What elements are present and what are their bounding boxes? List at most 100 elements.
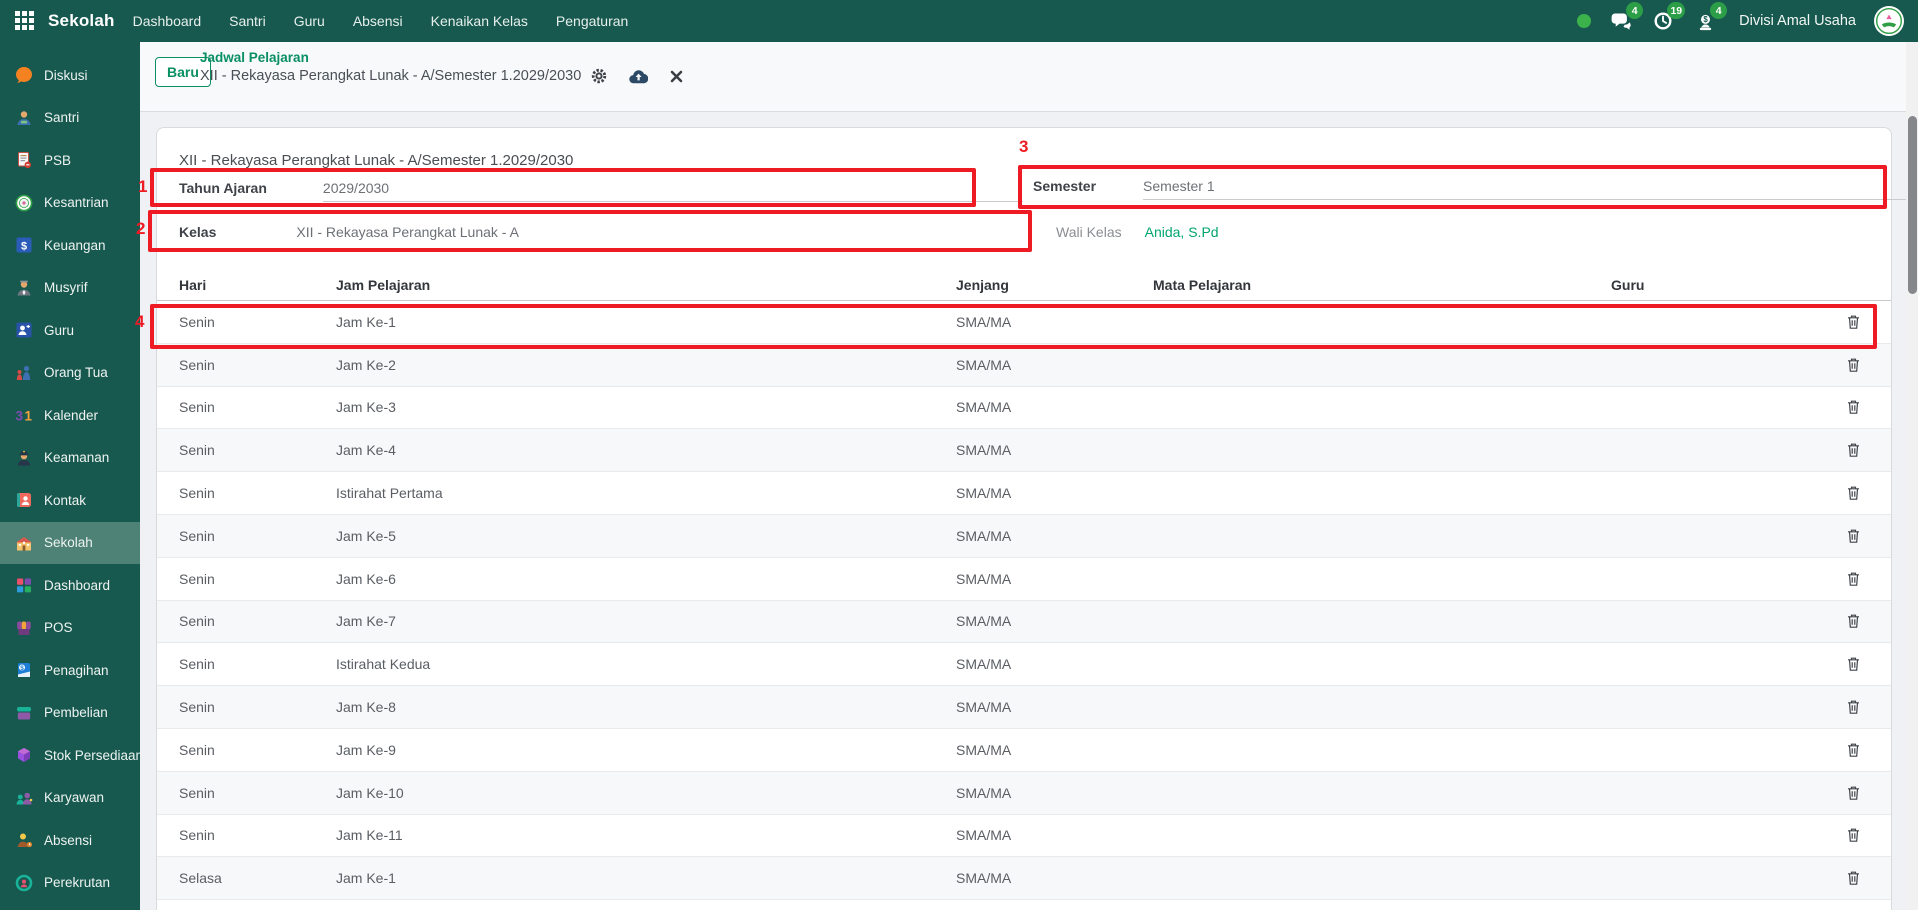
sidebar-item-diskusi[interactable]: Diskusi xyxy=(0,54,140,97)
santri-icon xyxy=(14,108,34,128)
cell-jam-pelajaran: Jam Ke-7 xyxy=(336,613,956,629)
table-row[interactable]: Senin Jam Ke-5 SMA/MA xyxy=(157,515,1891,558)
activity-badge: 19 xyxy=(1667,2,1685,19)
delete-row-icon[interactable] xyxy=(1844,654,1863,674)
delete-row-icon[interactable] xyxy=(1844,740,1863,760)
table-row[interactable]: Senin Jam Ke-4 SMA/MA xyxy=(157,429,1891,472)
delete-row-icon[interactable] xyxy=(1844,783,1863,803)
cell-jenjang: SMA/MA xyxy=(956,571,1153,587)
musyrif-icon xyxy=(14,278,34,298)
field-kelas[interactable]: Kelas XII - Rekayasa Perangkat Lunak - A xyxy=(179,224,519,240)
delete-row-icon[interactable] xyxy=(1844,355,1863,375)
cell-jenjang: SMA/MA xyxy=(956,314,1153,330)
user-menu[interactable]: Divisi Amal Usaha xyxy=(1739,13,1856,29)
cell-jenjang: SMA/MA xyxy=(956,827,1153,843)
pos-icon xyxy=(14,618,34,638)
delete-row-icon[interactable] xyxy=(1844,397,1863,417)
menu-absensi[interactable]: Absensi xyxy=(353,13,403,29)
avatar[interactable] xyxy=(1874,6,1904,36)
table-row[interactable]: Senin Jam Ke-8 SMA/MA xyxy=(157,686,1891,729)
gear-icon[interactable] xyxy=(591,68,607,84)
absensi-icon xyxy=(14,830,34,850)
cell-hari: Senin xyxy=(179,742,336,758)
sidebar-item-stok-persediaan[interactable]: Stok Persediaan xyxy=(0,734,140,777)
cell-hari: Senin xyxy=(179,785,336,801)
cell-hari: Senin xyxy=(179,485,336,501)
sidebar-item-kesantrian[interactable]: Kesantrian xyxy=(0,182,140,225)
menu-santri[interactable]: Santri xyxy=(229,13,266,29)
sidebar-item-sekolah[interactable]: Sekolah xyxy=(0,522,140,565)
field-value-kelas[interactable]: XII - Rekayasa Perangkat Lunak - A xyxy=(296,224,519,240)
delete-row-icon[interactable] xyxy=(1844,868,1863,888)
status-dot xyxy=(1577,14,1591,28)
cell-hari: Senin xyxy=(179,399,336,415)
cell-jenjang: SMA/MA xyxy=(956,742,1153,758)
kontak-icon xyxy=(14,490,34,510)
sidebar-item-guru[interactable]: Guru xyxy=(0,309,140,352)
delete-row-icon[interactable] xyxy=(1844,825,1863,845)
menu-guru[interactable]: Guru xyxy=(294,13,325,29)
sidebar-item-penagihan[interactable]: $ Penagihan xyxy=(0,649,140,692)
table-row[interactable]: Senin Jam Ke-3 SMA/MA xyxy=(157,387,1891,430)
menu-pengaturan[interactable]: Pengaturan xyxy=(556,13,628,29)
table-row[interactable]: Senin Jam Ke-1 SMA/MA xyxy=(157,301,1891,344)
field-value-semester[interactable]: Semester 1 xyxy=(1143,178,1910,200)
money-request-icon[interactable]: $ 4 xyxy=(1693,9,1717,33)
cell-hari: Senin xyxy=(179,613,336,629)
delete-row-icon[interactable] xyxy=(1844,483,1863,503)
delete-row-icon[interactable] xyxy=(1844,312,1863,332)
sidebar-item-orang-tua[interactable]: Orang Tua xyxy=(0,352,140,395)
sidebar-item-perekrutan[interactable]: Perekrutan xyxy=(0,862,140,905)
chat-icon[interactable]: 4 xyxy=(1609,9,1633,33)
breadcrumb-model[interactable]: Jadwal Pelajaran xyxy=(200,50,683,65)
menu-dashboard[interactable]: Dashboard xyxy=(133,13,202,29)
col-guru: Guru xyxy=(1611,277,1839,293)
sidebar: Diskusi Santri PSB Kesantrian $ Keuangan… xyxy=(0,42,140,910)
sidebar-item-kalender[interactable]: 31 Kalender xyxy=(0,394,140,437)
cell-hari: Senin xyxy=(179,442,336,458)
delete-row-icon[interactable] xyxy=(1844,440,1863,460)
cell-hari: Senin xyxy=(179,699,336,715)
table-row[interactable]: Senin Jam Ke-9 SMA/MA xyxy=(157,729,1891,772)
table-row[interactable]: Senin Istirahat Kedua SMA/MA xyxy=(157,643,1891,686)
breadcrumb-record: XII - Rekayasa Perangkat Lunak - A/Semes… xyxy=(200,68,581,84)
sidebar-item-keuangan[interactable]: $ Keuangan xyxy=(0,224,140,267)
field-tahun-ajaran[interactable]: Tahun Ajaran 2029/2030 xyxy=(179,180,1023,202)
close-icon[interactable] xyxy=(670,70,683,83)
sidebar-item-musyrif[interactable]: Musyrif xyxy=(0,267,140,310)
sidebar-item-kontak[interactable]: Kontak xyxy=(0,479,140,522)
sidebar-item-absensi[interactable]: Absensi xyxy=(0,819,140,862)
sidebar-item-santri[interactable]: Santri xyxy=(0,97,140,140)
table-row[interactable]: Senin Jam Ke-2 SMA/MA xyxy=(157,344,1891,387)
cloud-upload-icon[interactable] xyxy=(629,69,648,84)
delete-row-icon[interactable] xyxy=(1844,569,1863,589)
delete-row-icon[interactable] xyxy=(1844,697,1863,717)
app-brand[interactable]: Sekolah xyxy=(48,11,115,31)
activity-clock-icon[interactable]: 19 xyxy=(1651,9,1675,33)
field-semester[interactable]: Semester Semester 1 xyxy=(1033,178,1910,200)
sidebar-item-pos[interactable]: POS xyxy=(0,607,140,650)
scrollbar-track[interactable] xyxy=(1906,42,1918,910)
sidebar-item-dashboard[interactable]: Dashboard xyxy=(0,564,140,607)
scrollbar-thumb[interactable] xyxy=(1908,116,1917,294)
delete-row-icon[interactable] xyxy=(1844,611,1863,631)
field-value-wali-kelas[interactable]: Anida, S.Pd xyxy=(1145,224,1219,240)
table-row[interactable]: Selasa Jam Ke-1 SMA/MA xyxy=(157,857,1891,900)
apps-grid-icon[interactable] xyxy=(12,8,38,34)
field-wali-kelas[interactable]: Wali Kelas Anida, S.Pd xyxy=(1056,224,1219,240)
table-row[interactable]: Senin Jam Ke-7 SMA/MA xyxy=(157,601,1891,644)
delete-row-icon[interactable] xyxy=(1844,526,1863,546)
table-row[interactable]: Senin Jam Ke-10 SMA/MA xyxy=(157,772,1891,815)
menu-kenaikan-kelas[interactable]: Kenaikan Kelas xyxy=(431,13,528,29)
sidebar-item-psb[interactable]: PSB xyxy=(0,139,140,182)
sidebar-item-pembelian[interactable]: Pembelian xyxy=(0,692,140,735)
table-row[interactable]: Senin Istirahat Pertama SMA/MA xyxy=(157,472,1891,515)
table-row[interactable]: Senin Jam Ke-11 SMA/MA xyxy=(157,815,1891,858)
sidebar-item-karyawan[interactable]: Karyawan xyxy=(0,777,140,820)
field-value-tahun-ajaran[interactable]: 2029/2030 xyxy=(323,180,1023,202)
svg-text:$: $ xyxy=(20,665,24,672)
table-row[interactable]: Senin Jam Ke-6 SMA/MA xyxy=(157,558,1891,601)
cell-hari: Senin xyxy=(179,827,336,843)
sidebar-item-keamanan[interactable]: Keamanan xyxy=(0,437,140,480)
keamanan-icon xyxy=(14,448,34,468)
